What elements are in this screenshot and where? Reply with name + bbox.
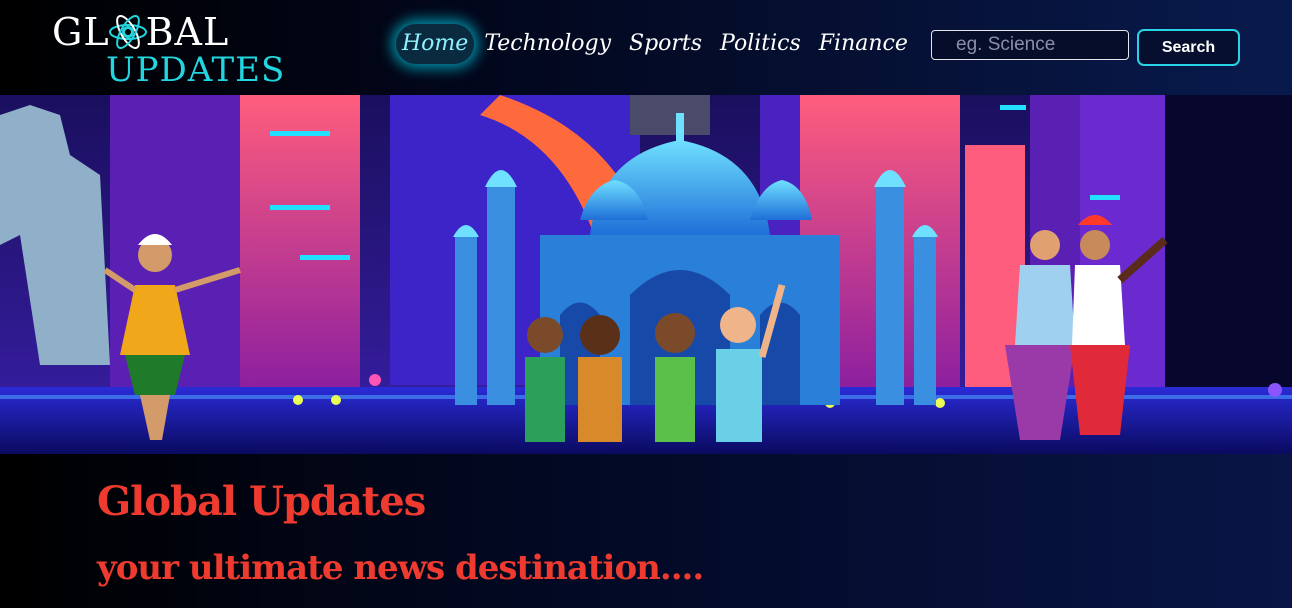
atom-icon xyxy=(108,12,148,52)
navbar: GL BAL UPDATES Home Technology Sports Po… xyxy=(0,0,1292,95)
nav-finance[interactable]: Finance xyxy=(811,24,916,64)
page-subtitle: your ultimate news destination.... xyxy=(97,548,704,588)
nav-sports[interactable]: Sports xyxy=(621,24,710,64)
logo-top-line: GL BAL xyxy=(52,12,229,52)
logo-text-bal: BAL xyxy=(145,10,230,54)
nav-politics[interactable]: Politics xyxy=(712,24,809,64)
page-title: Global Updates xyxy=(97,478,426,525)
nav-technology[interactable]: Technology xyxy=(476,24,619,64)
intro-section: Global Updates your ultimate news destin… xyxy=(0,454,1292,608)
nav-home[interactable]: Home xyxy=(396,24,475,64)
search-input[interactable] xyxy=(931,30,1129,60)
main-nav: Home Technology Sports Politics Finance xyxy=(396,24,918,64)
logo-text-updates: UPDATES xyxy=(106,50,286,90)
site-logo[interactable]: GL BAL UPDATES xyxy=(52,6,292,88)
hero-banner xyxy=(0,95,1292,454)
logo-text-gl: GL xyxy=(52,10,110,54)
banner-illustration xyxy=(0,95,1292,454)
search-button[interactable]: Search xyxy=(1137,29,1240,66)
